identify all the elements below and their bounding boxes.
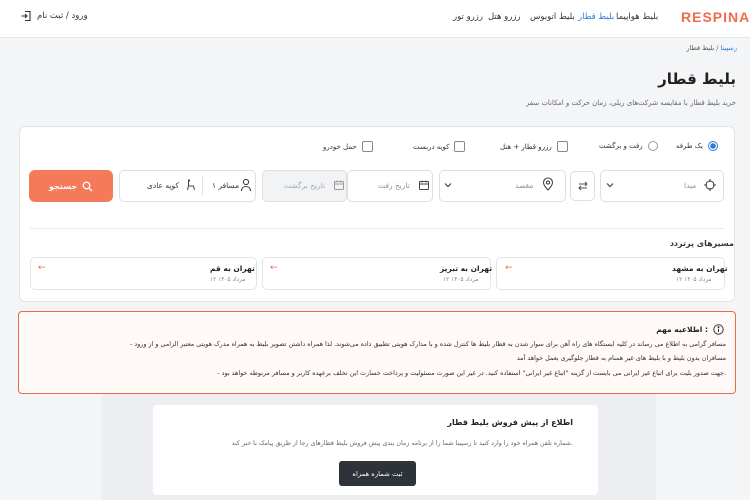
nav-hotel[interactable]: رزرو هتل <box>488 12 521 22</box>
route-date: ۱۲ مرداد ۱۴۰۵ <box>210 277 246 283</box>
trip-type-one-way[interactable]: یک طرفه <box>676 141 718 151</box>
breadcrumb-home[interactable]: رسپینا <box>721 44 737 52</box>
location-pin-icon <box>542 177 554 191</box>
origin-placeholder: مبدا <box>684 181 697 190</box>
login-button[interactable]: ورود / ثبت نام <box>20 10 88 22</box>
route-date: ۱۲ مرداد ۱۴۰۵ <box>676 277 712 283</box>
chevron-down-icon <box>443 180 453 190</box>
page-title: بلیط قطار <box>658 70 736 88</box>
presale-description: شماره تلفن همراه خود را وارد کنید تا رسپ… <box>231 440 573 447</box>
return-date-placeholder: تاریخ برگشت <box>284 181 326 190</box>
presale-title: اطلاع از پیش فروش بلیط قطار <box>447 418 573 427</box>
popular-routes-title: مسیرهای پرتردد <box>669 239 734 248</box>
important-notice <box>18 311 736 394</box>
route-card[interactable] <box>262 257 491 290</box>
field-divider <box>202 176 203 196</box>
swap-icon <box>577 180 589 192</box>
trip-type-round-trip[interactable]: رفت و برگشت <box>599 141 658 151</box>
route-card[interactable] <box>30 257 257 290</box>
extra-train-hotel[interactable]: رزرو قطار + هتل <box>500 141 568 152</box>
checkbox-icon[interactable] <box>361 141 373 152</box>
route-name: تهران به مشهد <box>672 264 728 273</box>
notice-line: مسافران بدون بلیط و با بلیط های غیر همنا… <box>516 354 726 362</box>
nav-tour[interactable]: رزرو تور <box>453 12 483 22</box>
search-label: جستجو <box>49 181 77 191</box>
register-phone-button[interactable]: ثبت شماره همراه <box>339 461 416 486</box>
notice-line: - مسافر گرامی به اطلاع می رساند در کلیه … <box>130 340 726 348</box>
destination-placeholder: مقصد <box>515 181 534 190</box>
calendar-icon <box>333 179 345 191</box>
coupe-label: کوپه دربست <box>413 142 450 151</box>
checkbox-icon[interactable] <box>454 141 466 152</box>
user-icon <box>240 178 252 192</box>
extra-coupe[interactable]: کوپه دربست <box>413 141 466 152</box>
login-label: ورود / ثبت نام <box>37 11 88 21</box>
arrow-left-icon: ← <box>38 263 46 273</box>
calendar-icon <box>418 179 430 191</box>
swap-button[interactable] <box>570 171 595 201</box>
notice-title: اطلاعیه مهم : <box>656 325 708 334</box>
route-date: ۱۲ مرداد ۱۴۰۵ <box>443 277 479 283</box>
extra-car[interactable]: حمل خودرو <box>323 141 373 152</box>
breadcrumb-current: بلیط قطار <box>686 44 715 52</box>
section-divider <box>30 228 724 229</box>
checkbox-icon[interactable] <box>556 141 568 152</box>
depart-date-placeholder: تاریخ رفت <box>378 181 410 190</box>
one-way-label: یک طرفه <box>676 142 703 150</box>
notice-line: - جهت صدور بلیت برای اتباع غیر ایرانی می… <box>217 369 726 377</box>
passenger-count: ۱ مسافر <box>212 181 240 190</box>
page-subtitle: خرید بلیط قطار با مقایسه شرکت‌های ریلی، … <box>525 99 736 107</box>
info-icon <box>713 324 724 335</box>
arrow-left-icon: ← <box>505 263 513 273</box>
nav-train[interactable]: بلیط قطار <box>578 12 614 22</box>
seat-icon <box>186 179 196 191</box>
round-trip-label: رفت و برگشت <box>599 142 643 150</box>
notice-header: اطلاعیه مهم : <box>656 324 724 335</box>
brand-logo[interactable]: RESPINA <box>681 9 750 25</box>
search-button[interactable]: جستجو <box>29 170 113 202</box>
search-icon <box>82 181 93 192</box>
breadcrumb: رسپینا / بلیط قطار <box>0 44 738 52</box>
log-in-icon <box>20 10 32 22</box>
nav-bus[interactable]: بلیط اتوبوس <box>530 12 575 22</box>
car-label: حمل خودرو <box>323 142 357 151</box>
radio-icon[interactable] <box>707 141 718 151</box>
nav-flight[interactable]: بلیط هواپیما <box>616 12 658 22</box>
wagon-type: کوپه عادی <box>147 181 179 190</box>
route-name: تهران به قم <box>210 264 255 273</box>
route-card[interactable] <box>496 257 725 290</box>
chevron-down-icon <box>605 180 615 190</box>
arrow-left-icon: ← <box>270 263 278 273</box>
crosshair-icon <box>703 178 717 192</box>
train-hotel-label: رزرو قطار + هتل <box>500 142 552 151</box>
radio-icon[interactable] <box>647 141 658 151</box>
route-name: تهران به تبریز <box>440 264 493 273</box>
